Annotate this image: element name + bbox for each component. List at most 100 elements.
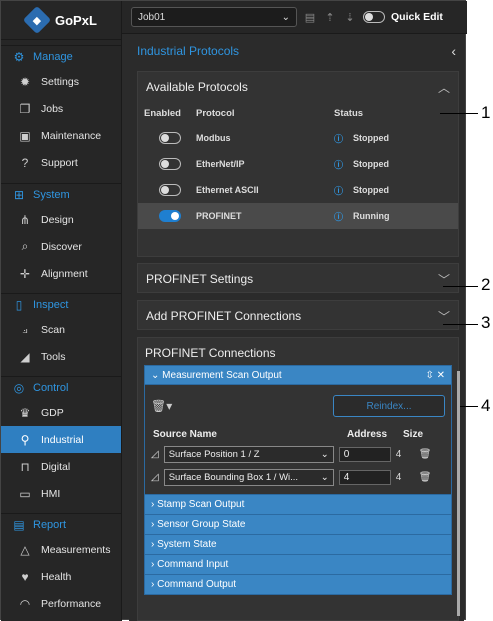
health-icon: ♥	[21, 569, 29, 584]
upload-icon[interactable]: ⇡	[323, 11, 337, 24]
design-icon: ⋔	[19, 212, 31, 227]
reorder-icon[interactable]: ⇳	[425, 370, 433, 381]
callout-number: 1	[481, 103, 491, 122]
sidebar-item-digital[interactable]: ⊓ Digital	[1, 453, 121, 480]
sidebar-section-inspect: ▯ Inspect	[1, 293, 121, 316]
app-window: ◆ GoPxL ⚙ Manage ✹ Settings ❐ Jobs ▣ Mainten…	[0, 0, 467, 621]
callout-line	[440, 113, 478, 114]
files-icon: ❐	[19, 101, 31, 116]
add-connections-header[interactable]: Add PROFINET Connections ﹀	[138, 301, 458, 331]
measurement-icon: ◿	[151, 449, 159, 460]
scan-icon: ⟓	[22, 322, 28, 336]
chevron-down-icon: ﹀	[437, 272, 450, 287]
protocol-row: EtherNet/IP ⓘ Stopped	[138, 151, 458, 177]
sidebar-section-control: ◎ Control	[1, 376, 121, 399]
address-input[interactable]: 4	[338, 470, 391, 485]
group-header[interactable]: ⌄ Measurement Scan Output ⇳ ✕	[145, 366, 451, 384]
control-icon: ◎	[13, 381, 25, 395]
sidebar-item-maintenance[interactable]: ▣ Maintenance	[1, 122, 121, 149]
alignment-icon: ✛	[19, 266, 31, 281]
close-icon[interactable]: ✕	[437, 370, 445, 381]
callout-line	[443, 286, 478, 287]
sidebar-item-tools[interactable]: ◢ Tools	[1, 343, 121, 370]
chevron-down-icon: ⌄	[281, 11, 290, 23]
connection-group-command-input[interactable]: › Command Input	[145, 554, 451, 574]
sidebar-item-alignment[interactable]: ✛ Alignment	[1, 260, 121, 287]
delete-icon[interactable]: 🗑	[419, 472, 432, 483]
source-select[interactable]: Surface Position 1 / Z ⌄	[163, 446, 334, 463]
sidebar-item-performance[interactable]: ◠ Performance	[1, 590, 121, 617]
info-icon[interactable]: ⓘ	[334, 132, 343, 145]
industrial-icon: ⚲	[20, 432, 30, 447]
save-icon[interactable]: ▤	[303, 11, 317, 24]
info-icon[interactable]: ⓘ	[334, 184, 343, 197]
inspect-icon: ▯	[15, 298, 23, 312]
connection-group-system-state[interactable]: › System State	[145, 534, 451, 554]
protocol-row: Ethernet ASCII ⓘ Stopped	[138, 177, 458, 203]
info-icon[interactable]: ⓘ	[334, 210, 343, 223]
sidebar-item-settings[interactable]: ✹ Settings	[1, 68, 121, 95]
panel-title: Industrial Protocols	[137, 43, 240, 58]
measurement-icon: ◿	[151, 472, 159, 483]
sidebar-section-system: ⊞ System	[1, 183, 121, 206]
collapse-panel-icon[interactable]: ‹	[451, 43, 456, 59]
trash-menu-icon[interactable]: 🗑▾	[151, 399, 172, 413]
sidebar-item-jobs[interactable]: ❐ Jobs	[1, 95, 121, 122]
delete-icon[interactable]: 🗑	[419, 449, 432, 460]
reindex-button[interactable]: Reindex...	[333, 395, 445, 417]
sidebar-item-health[interactable]: ♥ Health	[1, 563, 121, 590]
profinet-settings-card: PROFINET Settings ﹀	[137, 263, 459, 293]
network-icon: ⊞	[13, 188, 25, 202]
sidebar-item-scan[interactable]: ⟓ Scan	[1, 316, 121, 343]
sidebar-item-support[interactable]: ? Support	[1, 149, 121, 176]
job-select[interactable]: Job01 ⌄	[131, 7, 297, 27]
logo-icon: ◆	[22, 5, 52, 35]
quick-edit-toggle[interactable]	[363, 11, 385, 23]
logo-text: GoPxL	[55, 12, 97, 28]
performance-icon: ◠	[19, 596, 31, 611]
protocol-enable-toggle[interactable]	[159, 132, 181, 144]
sidebar-item-discover[interactable]: ⌕ Discover	[1, 233, 121, 260]
panel-header: Industrial Protocols ‹	[129, 37, 464, 64]
scrollbar[interactable]	[457, 371, 460, 616]
available-protocols-card: Available Protocols ︿ Enabled Protocol St…	[137, 71, 459, 257]
callout-number: 4	[481, 396, 491, 415]
source-row: ◿ Surface Bounding Box 1 / Wi... ⌄ 4 4 🗑	[151, 469, 445, 486]
discover-icon: ⌕	[21, 239, 29, 253]
protocol-enable-toggle[interactable]	[159, 184, 181, 196]
sidebar-item-measurements[interactable]: △ Measurements	[1, 536, 121, 563]
source-row: ◿ Surface Position 1 / Z ⌄ 0 4 🗑	[151, 446, 445, 463]
sidebar-item-design[interactable]: ⋔ Design	[1, 206, 121, 233]
address-input[interactable]: 0	[338, 447, 391, 462]
protocol-enable-toggle[interactable]	[159, 158, 181, 170]
source-select[interactable]: Surface Bounding Box 1 / Wi... ⌄	[163, 469, 334, 486]
callout-line	[460, 406, 478, 407]
help-icon: ?	[21, 155, 29, 170]
chevron-up-icon: ︿	[437, 80, 450, 95]
profinet-settings-header[interactable]: PROFINET Settings ﹀	[138, 264, 458, 294]
connections-title: PROFINET Connections	[145, 346, 276, 360]
sidebar-item-industrial[interactable]: ⚲ Industrial	[1, 426, 121, 453]
toolbar: Job01 ⌄ ▤ ⇡ ⇣ Quick Edit	[122, 1, 467, 34]
chevron-down-icon: ﹀	[437, 309, 450, 324]
sidebar: ◆ GoPxL ⚙ Manage ✹ Settings ❐ Jobs ▣ Mainten…	[1, 1, 122, 621]
quick-edit-label: Quick Edit	[391, 11, 443, 23]
sidebar-item-hmi[interactable]: ▭ HMI	[1, 480, 121, 507]
connection-group-expanded: ⌄ Measurement Scan Output ⇳ ✕ 🗑▾ Reindex…	[144, 365, 452, 595]
gears-icon: ⚙	[13, 50, 25, 64]
available-protocols-header[interactable]: Available Protocols ︿	[138, 72, 458, 102]
connection-group-command-output[interactable]: › Command Output	[145, 574, 451, 594]
group-body: 🗑▾ Reindex... Source Name Address Size ◿…	[145, 384, 451, 494]
info-icon[interactable]: ⓘ	[334, 158, 343, 171]
download-icon[interactable]: ⇣	[343, 11, 357, 24]
callout-number: 3	[481, 313, 491, 332]
source-table-header: Source Name Address Size	[153, 429, 424, 440]
connection-group-sensor-state[interactable]: › Sensor Group State	[145, 514, 451, 534]
protocol-enable-toggle[interactable]	[159, 210, 181, 222]
protocol-row: PROFINET ⓘ Running	[138, 203, 458, 229]
sidebar-item-gdp[interactable]: ♛ GDP	[1, 399, 121, 426]
sidebar-section-report: ▤ Report	[1, 513, 121, 536]
protocol-row: Modbus ⓘ Stopped	[138, 125, 458, 151]
connection-group-stamp-scan[interactable]: › Stamp Scan Output	[145, 494, 451, 514]
report-icon: ▤	[13, 518, 25, 532]
